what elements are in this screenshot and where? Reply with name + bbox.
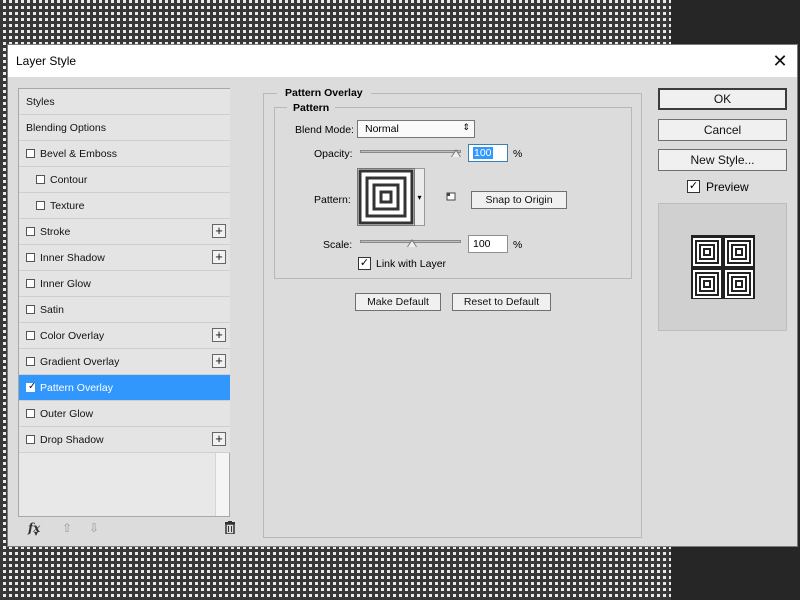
styles-list: Styles Blending Options Bevel & Emboss Cont… [18,88,230,517]
style-checkbox[interactable] [26,149,35,158]
link-with-layer-checkbox[interactable]: ✓ [358,257,371,270]
style-checkbox[interactable] [26,227,35,236]
opacity-slider[interactable] [360,149,461,157]
style-item-label: Blending Options [26,122,106,134]
pattern-label: Pattern: [314,194,351,206]
style-item-label: Pattern Overlay [40,382,113,394]
make-default-button[interactable]: Make Default [355,293,441,311]
scale-percent-label: % [513,239,523,251]
scale-slider[interactable] [360,239,461,247]
scale-value: 100 [473,238,491,250]
preview-checkbox[interactable]: ✓ [687,180,700,193]
style-item-label: Satin [40,304,64,316]
style-item-drop-shadow[interactable]: Drop Shadow + [19,427,230,453]
styles-list-footer: fx ▾ ⇧ ⇩ [18,517,242,541]
scale-label: Scale: [323,239,353,251]
group-title: Pattern [287,102,336,114]
style-item-label: Styles [26,96,55,108]
style-checkbox[interactable] [26,409,35,418]
add-effect-plus-icon[interactable]: + [212,224,226,238]
add-effect-plus-icon[interactable]: + [212,432,226,446]
preview-label: Preview [706,180,749,194]
style-item-satin[interactable]: Satin [19,297,230,323]
scale-slider-thumb[interactable] [406,239,417,247]
opacity-label: Opacity: [314,148,353,160]
dialog-body: Styles Blending Options Bevel & Emboss Cont… [8,77,797,546]
opacity-slider-thumb[interactable] [451,149,461,157]
style-item-stroke[interactable]: Stroke + [19,219,230,245]
style-item-label: Drop Shadow [40,434,104,446]
scale-input[interactable]: 100 [468,235,508,253]
arrow-down-icon[interactable]: ⇩ [89,521,99,535]
style-item-label: Inner Shadow [40,252,105,264]
style-item-label: Outer Glow [40,408,94,420]
reset-to-default-button[interactable]: Reset to Default [452,293,551,311]
checkmark-icon: ✓ [359,257,370,269]
opacity-input[interactable]: 100 [468,144,508,162]
style-item-label: Inner Glow [40,278,91,290]
style-preview [658,203,787,331]
preview-thumbnail [691,235,755,299]
style-item-label: Stroke [40,226,71,238]
panel-title: Pattern Overlay [277,87,371,99]
blend-mode-value: Normal [365,123,399,135]
blend-mode-label: Blend Mode: [295,124,354,136]
cancel-button[interactable]: Cancel [658,119,787,141]
style-checkbox[interactable] [26,253,35,262]
updown-arrow-icon: ⇕ [462,122,470,132]
checkmark-icon: ✓ [28,381,37,392]
pattern-dropdown-icon[interactable]: ▾ [415,168,425,226]
style-checkbox[interactable] [26,357,35,366]
arrow-up-icon[interactable]: ⇧ [62,521,72,535]
add-effect-plus-icon[interactable]: + [212,250,226,264]
style-item-styles[interactable]: Styles [19,89,230,115]
style-item-color-overlay[interactable]: Color Overlay + [19,323,230,349]
style-checkbox[interactable] [26,305,35,314]
style-checkbox[interactable] [26,331,35,340]
fx-dropdown-icon: ▾ [34,529,39,538]
new-preset-icon[interactable] [446,192,456,205]
style-item-pattern-overlay[interactable]: ✓ Pattern Overlay [19,375,230,401]
opacity-percent-label: % [513,148,523,160]
new-style-button[interactable]: New Style... [658,149,787,171]
snap-to-origin-button[interactable]: Snap to Origin [471,191,567,209]
close-icon[interactable]: ✕ [769,50,791,72]
link-with-layer-label: Link with Layer [376,258,447,270]
style-item-label: Color Overlay [40,330,105,342]
pattern-overlay-panel: Pattern Overlay Pattern Blend Mode: Norm… [263,87,642,538]
style-item-inner-glow[interactable]: Inner Glow [19,271,230,297]
style-checkbox[interactable] [36,175,45,184]
style-item-contour[interactable]: Contour [19,167,230,193]
style-item-label: Gradient Overlay [40,356,120,368]
style-item-label: Contour [50,174,88,186]
style-item-inner-shadow[interactable]: Inner Shadow + [19,245,230,271]
title-bar: Layer Style ✕ [8,45,797,77]
style-checkbox[interactable]: ✓ [26,381,37,392]
add-effect-plus-icon[interactable]: + [212,354,226,368]
style-item-texture[interactable]: Texture [19,193,230,219]
style-item-outer-glow[interactable]: Outer Glow [19,401,230,427]
style-item-label: Bevel & Emboss [40,148,118,160]
style-checkbox[interactable] [36,201,45,210]
add-effect-plus-icon[interactable]: + [212,328,226,342]
pattern-group: Pattern Blend Mode: Normal ⇕ Opacity: 10… [274,102,632,279]
opacity-value: 100 [473,147,493,159]
style-item-label: Texture [50,200,85,212]
style-item-blending-options[interactable]: Blending Options [19,115,230,141]
dialog-title: Layer Style [16,54,77,68]
layer-style-dialog: Layer Style ✕ Styles Blending Options Beve… [7,44,798,547]
style-checkbox[interactable] [26,279,35,288]
style-checkbox[interactable] [26,435,35,444]
ok-button[interactable]: OK [658,88,787,110]
checkmark-icon: ✓ [688,180,699,192]
blend-mode-select[interactable]: Normal ⇕ [357,120,475,138]
trash-icon[interactable] [224,521,236,537]
style-item-bevel-emboss[interactable]: Bevel & Emboss [19,141,230,167]
pattern-picker-swatch[interactable] [357,168,415,226]
style-item-gradient-overlay[interactable]: Gradient Overlay + [19,349,230,375]
